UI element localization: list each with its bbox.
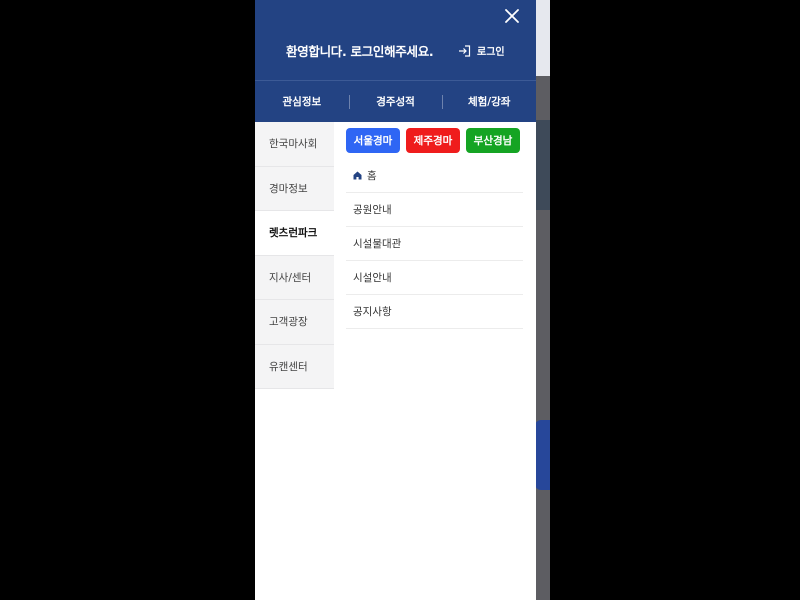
screen: 환영합니다. 로그인해주세요. 로그인 관심정보 경주성적 체험/강좌 한국마사… (0, 0, 800, 600)
submenu-item-facility-guide[interactable]: 시설안내 (346, 261, 523, 295)
sidebar-item-kra[interactable]: 한국마사회 (255, 122, 334, 167)
login-icon (459, 44, 471, 57)
background-blue-button (535, 420, 550, 490)
jeju-racing-button[interactable]: 제주경마 (406, 127, 460, 153)
tab-experience-courses[interactable]: 체험/강좌 (442, 81, 536, 122)
park-selector: 서울경마 제주경마 부산경남 (346, 125, 523, 155)
close-button[interactable] (502, 6, 522, 26)
login-label: 로그인 (477, 47, 505, 58)
submenu-item-home[interactable]: 홈 (346, 159, 523, 193)
sidebar-item-youcan-center[interactable]: 유캔센터 (255, 345, 334, 389)
login-button[interactable]: 로그인 (458, 43, 505, 58)
submenu-list: 홈 공원안내 시설물대관 시설안내 공지사항 (346, 159, 523, 329)
sidebar-item-branch-center[interactable]: 지사/센터 (255, 256, 334, 300)
tab-race-results[interactable]: 경주성적 (348, 81, 443, 122)
seoul-racing-button[interactable]: 서울경마 (346, 127, 400, 153)
submenu-item-notices[interactable]: 공지사항 (346, 295, 523, 329)
sidebar-item-racing-info[interactable]: 경마정보 (255, 167, 334, 211)
sidebar-item-customer-plaza[interactable]: 고객광장 (255, 300, 334, 345)
sidebar: 한국마사회 경마정보 렛츠런파크 지사/센터 고객광장 유캔센터 (255, 122, 334, 389)
submenu-item-label: 홈 (367, 170, 377, 182)
close-icon (505, 9, 519, 23)
home-icon (353, 171, 362, 180)
submenu-item-facility-rental[interactable]: 시설물대관 (346, 227, 523, 261)
top-tabs: 관심정보 경주성적 체험/강좌 (255, 80, 536, 122)
sidebar-item-letsrun-park[interactable]: 렛츠런파크 (255, 211, 334, 256)
submenu-item-park-guide[interactable]: 공원안내 (346, 193, 523, 227)
submenu-panel: 서울경마 제주경마 부산경남 홈 공원안내 시설물대관 시설안내 공지사항 (334, 122, 536, 389)
drawer-header: 환영합니다. 로그인해주세요. 로그인 (255, 0, 536, 80)
tab-interest-info[interactable]: 관심정보 (255, 81, 349, 122)
busan-gyeongnam-button[interactable]: 부산경남 (466, 127, 520, 153)
background-image-strip (536, 120, 550, 210)
drawer-body: 한국마사회 경마정보 렛츠런파크 지사/센터 고객광장 유캔센터 서울경마 제주… (255, 122, 536, 389)
welcome-message: 환영합니다. 로그인해주세요. (286, 44, 434, 59)
navigation-drawer: 환영합니다. 로그인해주세요. 로그인 관심정보 경주성적 체험/강좌 한국마사… (255, 0, 536, 600)
